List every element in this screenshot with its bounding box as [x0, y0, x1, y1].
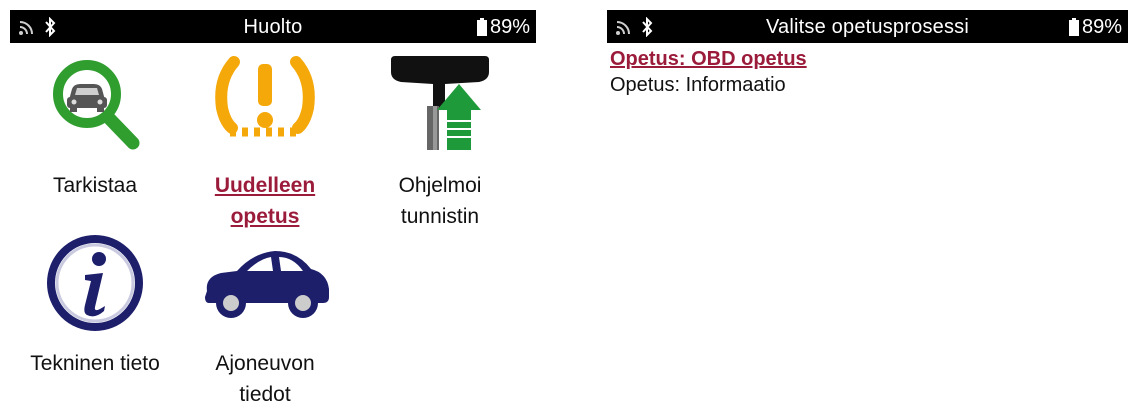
- battery-level: 89%: [489, 16, 530, 38]
- tpms-warning-icon: [215, 56, 315, 137]
- car-icon: [205, 251, 329, 318]
- battery-level: 89%: [1081, 16, 1122, 38]
- maintenance-screen: Huolto 89% Tarkistaa Uudelleen opetus Oh…: [10, 10, 536, 406]
- menu-item-obd-relearn[interactable]: Opetus: OBD opetus: [610, 46, 1128, 72]
- tile-vehicle-info-label-line2: tiedot: [239, 383, 291, 406]
- sensor-program-icon: [391, 56, 489, 150]
- tile-program-sensor-label-line2: tunnistin: [400, 205, 480, 228]
- screen-title: Valitse opetusprosessi: [765, 16, 970, 38]
- tile-check-label: Tarkistaa: [52, 174, 138, 197]
- tile-relearn[interactable]: Uudelleen opetus: [180, 50, 350, 232]
- tile-vehicle-info-label-line1: Ajoneuvon: [215, 352, 315, 375]
- menu-item-relearn-info[interactable]: Opetus: Informaatio: [610, 72, 1128, 98]
- tile-technical-info[interactable]: Tekninen tieto: [10, 233, 180, 379]
- magnifier-car-icon: [53, 60, 140, 150]
- info-icon: [47, 235, 143, 331]
- battery-indicator: 89%: [476, 15, 530, 39]
- tile-program-sensor[interactable]: Ohjelmoi tunnistin: [355, 50, 525, 232]
- tile-program-sensor-label-line1: Ohjelmoi: [398, 174, 482, 197]
- battery-indicator: 89%: [1068, 15, 1122, 39]
- tile-vehicle-info[interactable]: Ajoneuvon tiedot: [180, 233, 350, 406]
- battery-icon: [476, 18, 487, 36]
- tile-technical-info-label: Tekninen tieto: [30, 352, 160, 375]
- screen-title: Huolto: [243, 16, 303, 38]
- tile-relearn-label-line2: opetus: [230, 205, 300, 228]
- status-bar: Huolto 89%: [10, 10, 536, 43]
- battery-icon: [1068, 18, 1079, 36]
- tile-relearn-label-line1: Uudelleen: [214, 174, 316, 197]
- relearn-process-screen: Valitse opetusprosessi 89% Opetus: OBD o…: [607, 10, 1128, 406]
- tile-check[interactable]: Tarkistaa: [10, 50, 180, 201]
- status-bar: Valitse opetusprosessi 89%: [607, 10, 1128, 43]
- relearn-process-list: Opetus: OBD opetus Opetus: Informaatio: [610, 46, 1128, 98]
